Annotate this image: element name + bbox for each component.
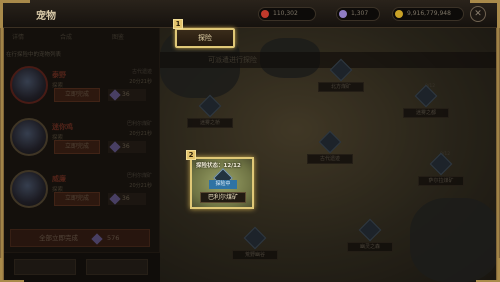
selected-mine-card[interactable]: 探险状态：12/12 探险中 巴利尔煤矿	[190, 157, 254, 209]
gem-icon	[109, 141, 121, 153]
gold-coin-icon	[395, 10, 403, 18]
frame-corner-bottom-left	[0, 258, 24, 282]
location-name: 荒野幽谷	[232, 250, 278, 260]
location-marker-ancient-ruins[interactable]: 古代遗迹	[307, 130, 353, 166]
pet-name: 迷你鸡	[52, 123, 73, 131]
pet-avatar	[10, 170, 48, 208]
location-marker-north-mine[interactable]: 北方煤矿	[318, 58, 364, 94]
gem-cost-value: 36	[122, 195, 130, 202]
tab-explore[interactable]: 探险	[175, 28, 235, 48]
pet-row[interactable]: 威廉 探索 巴利尔煤矿 20分21秒 立即完成 36	[4, 166, 156, 216]
finish-all-label: 全部立即完成	[39, 234, 78, 242]
page-title: 宠物	[36, 11, 56, 22]
section-label: 在行探险中的宠物列表	[6, 52, 62, 58]
pet-name: 威廉	[52, 175, 66, 183]
exploring-badge: 探险中	[209, 180, 237, 189]
gem-cost: 36	[108, 89, 146, 101]
gem-cost: 36	[108, 193, 146, 205]
currency-value: 110,302	[273, 10, 298, 17]
subtab-codex[interactable]: 图鉴	[112, 32, 124, 41]
finish-now-button[interactable]: 立即完成	[54, 192, 100, 206]
pet-name: 泰野	[52, 71, 66, 79]
frame-corner-icon	[0, 0, 30, 30]
subtab-details[interactable]: 详情	[12, 32, 24, 41]
finish-now-button[interactable]: 立即完成	[54, 140, 100, 154]
frame-border-left	[0, 28, 4, 282]
gem-icon	[91, 233, 103, 245]
bottom-button-right[interactable]	[86, 259, 148, 275]
currency-coin-icon	[261, 10, 269, 18]
bottom-bar	[0, 252, 160, 282]
subtab-compose[interactable]: 合成	[60, 32, 72, 41]
location-crest-icon	[329, 58, 353, 82]
tutorial-step-2-badge: 2	[186, 150, 196, 160]
location-name: 古代遗迹	[307, 154, 353, 164]
gem-cost-value: 36	[122, 91, 130, 98]
frame-corner-icon	[470, 0, 500, 30]
location-name: 萨尔拉煤矿	[418, 176, 464, 186]
location-marker-wild-valley[interactable]: 荒野幽谷	[232, 226, 278, 262]
pet-row[interactable]: 泰野 探索 古代遗迹 20分21秒 立即完成 36	[4, 62, 156, 112]
location-marker-fog-city[interactable]: 0/12 迷雾之都	[403, 84, 449, 120]
location-crest-icon	[318, 130, 342, 154]
pet-location: 古代遗迹	[131, 69, 152, 75]
pet-location: 巴利尔煤矿	[126, 173, 152, 179]
location-name: 迷雾之都	[403, 108, 449, 118]
currency-gem[interactable]: 1,307	[336, 7, 380, 21]
location-name: 北方煤矿	[318, 82, 364, 92]
pet-location: 巴利尔煤矿	[126, 121, 152, 127]
finish-all-cost: 576	[107, 234, 120, 242]
location-crest-icon	[198, 94, 222, 118]
gem-cost-value: 36	[122, 143, 130, 150]
finish-all-button[interactable]: 全部立即完成 576	[10, 229, 150, 247]
currency-value: 9,916,779,948	[407, 10, 451, 17]
currency-value: 1,307	[351, 10, 369, 17]
game-screen: 可派遣进行探险 北方煤矿 0/12 迷雾之都 迷雾之桥 古代遗迹 0/12 萨尔…	[0, 0, 500, 282]
gem-icon	[339, 10, 347, 18]
frame-border-right	[496, 28, 500, 282]
explore-status: 探险状态：12/12	[196, 163, 241, 169]
frame-corner-bottom-right	[476, 258, 500, 282]
finish-now-button[interactable]: 立即完成	[54, 88, 100, 102]
gem-cost: 36	[108, 141, 146, 153]
tutorial-step-1-badge: 1	[173, 19, 183, 29]
location-marker-fog-bridge[interactable]: 幽灵之森	[347, 218, 393, 254]
pet-avatar	[10, 118, 48, 156]
pet-time: 20分21秒	[129, 183, 152, 189]
location-name: 迷雾之桥	[187, 118, 233, 128]
top-bar: 宠物 110,302 1,307 9,916,779,948 ✕	[0, 0, 500, 30]
map-header-text: 可派遣进行探险	[208, 56, 257, 64]
pet-avatar	[10, 66, 48, 104]
location-marker-sarla-mine[interactable]: 0/12 萨尔拉煤矿	[418, 152, 464, 188]
location-name: 幽灵之森	[347, 242, 393, 252]
location-crest-icon	[358, 218, 382, 242]
currency-red[interactable]: 110,302	[258, 7, 316, 21]
pet-row[interactable]: 迷你鸡 探索 巴利尔煤矿 20分21秒 立即完成 36	[4, 114, 156, 164]
gem-icon	[109, 89, 121, 101]
location-marker-desert[interactable]: 迷雾之桥	[187, 94, 233, 130]
pet-time: 20分21秒	[129, 79, 152, 85]
currency-gold[interactable]: 9,916,779,948	[392, 7, 464, 21]
gem-icon	[109, 193, 121, 205]
location-crest-icon	[243, 226, 267, 250]
mine-name: 巴利尔煤矿	[200, 192, 246, 203]
pet-time: 20分21秒	[129, 131, 152, 137]
